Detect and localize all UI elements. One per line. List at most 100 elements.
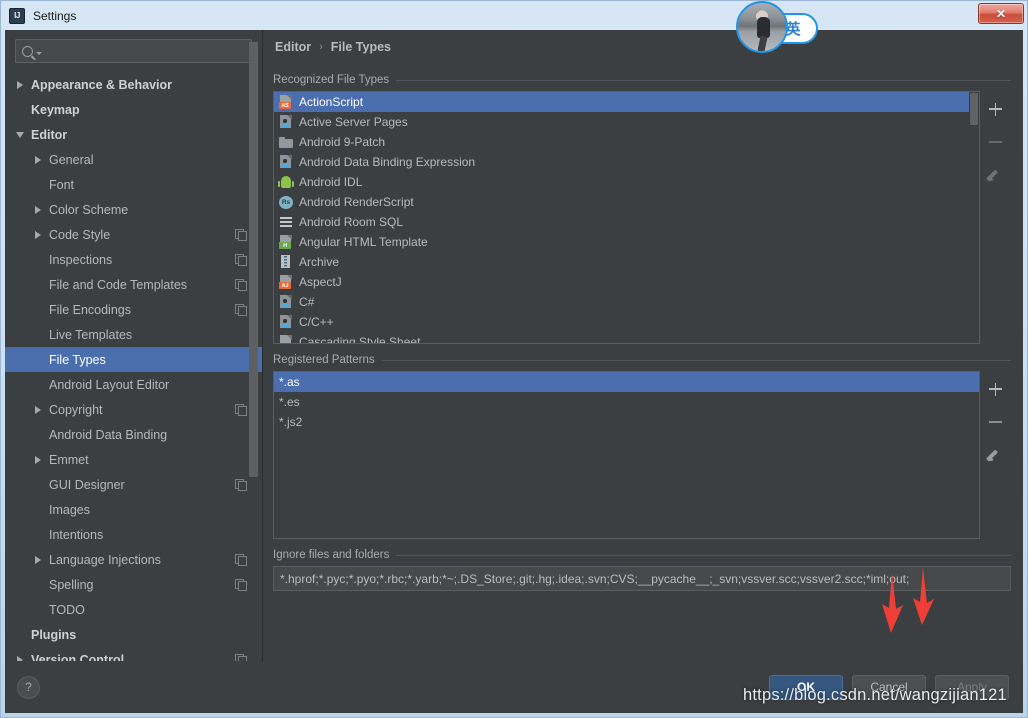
chevron-right-icon[interactable]	[13, 80, 27, 89]
sidebar-item-file-types[interactable]: File Types	[5, 347, 262, 372]
sidebar-item-android-data-binding[interactable]: Android Data Binding	[5, 422, 262, 447]
copy-settings-icon[interactable]	[235, 554, 247, 566]
search-container	[5, 30, 262, 70]
copy-settings-icon[interactable]	[235, 304, 247, 316]
ime-indicator[interactable]: 英	[736, 1, 818, 53]
sidebar-item-editor[interactable]: Editor	[5, 122, 262, 147]
sidebar-item-plugins[interactable]: Plugins	[5, 622, 262, 647]
copy-settings-icon[interactable]	[235, 254, 247, 266]
breadcrumb-parent[interactable]: Editor	[275, 40, 311, 54]
sidebar-item-live-templates[interactable]: Live Templates	[5, 322, 262, 347]
person-head	[283, 159, 287, 163]
sidebar-item-gui-designer[interactable]: GUI Designer	[5, 472, 262, 497]
sidebar-item-inspections[interactable]: Inspections	[5, 247, 262, 272]
sidebar-item-color-scheme[interactable]: Color Scheme	[5, 197, 262, 222]
registered-patterns-list[interactable]: *.as *.es *.js2	[273, 371, 980, 539]
chevron-right-icon[interactable]	[31, 230, 45, 239]
file-type-list-scrollbar[interactable]	[969, 92, 979, 343]
file-type-label: Cascading Style Sheet	[299, 335, 421, 344]
list-item[interactable]: *.es	[274, 392, 979, 412]
ignore-files-field[interactable]	[273, 566, 1011, 591]
sidebar-item-version-control[interactable]: Version Control	[5, 647, 262, 661]
sidebar-scrollbar-thumb[interactable]	[249, 42, 258, 477]
sidebar-item-todo[interactable]: TODO	[5, 597, 262, 622]
copy-settings-icon[interactable]	[235, 654, 247, 661]
table-row[interactable]: Archive	[274, 252, 979, 272]
table-row[interactable]: Android Room SQL	[274, 212, 979, 232]
list-item[interactable]: *.as	[274, 372, 979, 392]
chevron-right-icon[interactable]	[31, 405, 45, 414]
plus-icon	[986, 99, 1006, 119]
sidebar-item-copyright[interactable]: Copyright	[5, 397, 262, 422]
table-row[interactable]: Rs Android RenderScript	[274, 192, 979, 212]
remove-file-type-button[interactable]	[986, 132, 1006, 152]
close-button[interactable]: ✕	[978, 3, 1024, 24]
sidebar-item-file-encodings[interactable]: File Encodings	[5, 297, 262, 322]
sidebar-item-android-layout-editor[interactable]: Android Layout Editor	[5, 372, 262, 397]
sidebar-item-label: General	[49, 152, 94, 167]
sidebar-item-spelling[interactable]: Spelling	[5, 572, 262, 597]
help-button[interactable]: ?	[17, 675, 40, 699]
sidebar-item-label: Keymap	[31, 102, 80, 117]
list-item[interactable]: *.js2	[274, 412, 979, 432]
add-file-type-button[interactable]	[986, 99, 1006, 119]
table-row[interactable]: Android 9-Patch	[274, 132, 979, 152]
sidebar-item-emmet[interactable]: Emmet	[5, 447, 262, 472]
sidebar-item-intentions[interactable]: Intentions	[5, 522, 262, 547]
dialog-body: Appearance & Behavior Keymap Editor General…	[5, 30, 1023, 713]
table-row[interactable]: C#	[274, 292, 979, 312]
apply-button[interactable]: Apply	[935, 674, 1009, 700]
file-type-list-scrollbar-thumb[interactable]	[970, 93, 978, 125]
edit-file-type-button[interactable]	[986, 165, 1006, 185]
file-type-label: C#	[299, 295, 315, 309]
window-title: Settings	[33, 8, 77, 23]
chevron-right-icon[interactable]	[31, 555, 45, 564]
chevron-right-icon[interactable]	[31, 205, 45, 214]
sidebar-item-appearance-behavior[interactable]: Appearance & Behavior	[5, 72, 262, 97]
sidebar-item-keymap[interactable]: Keymap	[5, 97, 262, 122]
copy-settings-icon[interactable]	[235, 479, 247, 491]
table-row[interactable]: AJ AspectJ	[274, 272, 979, 292]
sidebar-item-language-injections[interactable]: Language Injections	[5, 547, 262, 572]
dialog-footer: ? OK Cancel Apply	[5, 661, 1023, 713]
sidebar-item-font[interactable]: Font	[5, 172, 262, 197]
sidebar-item-code-style[interactable]: Code Style	[5, 222, 262, 247]
table-row[interactable]: Active Server Pages	[274, 112, 979, 132]
remove-pattern-button[interactable]	[986, 412, 1006, 432]
copy-settings-icon[interactable]	[235, 579, 247, 591]
table-row[interactable]: Android IDL	[274, 172, 979, 192]
actionscript-file-icon: AS	[279, 95, 293, 109]
question-mark-icon: ?	[25, 680, 32, 694]
registered-patterns-label: Registered Patterns	[273, 354, 375, 366]
edit-pattern-button[interactable]	[986, 445, 1006, 465]
chevron-right-icon[interactable]	[31, 155, 45, 164]
recognized-file-types-list[interactable]: AS ActionScript Active Server Pages Android…	[273, 91, 980, 344]
sidebar-item-images[interactable]: Images	[5, 497, 262, 522]
cancel-button[interactable]: Cancel	[852, 674, 926, 700]
sidebar-scrollbar[interactable]	[249, 32, 260, 659]
table-row[interactable]: Cascading Style Sheet	[274, 332, 979, 344]
ignore-files-input[interactable]	[280, 571, 1004, 586]
search-input[interactable]	[47, 44, 245, 58]
copy-settings-icon[interactable]	[235, 229, 247, 241]
table-row[interactable]: Android Data Binding Expression	[274, 152, 979, 172]
copy-settings-icon[interactable]	[235, 279, 247, 291]
sidebar-item-label: Live Templates	[49, 327, 133, 342]
copy-settings-icon[interactable]	[235, 404, 247, 416]
renderscript-icon: Rs	[279, 195, 293, 209]
chevron-down-icon[interactable]	[36, 51, 42, 55]
chevron-right-icon[interactable]	[31, 455, 45, 464]
asp-file-icon	[279, 315, 293, 329]
sidebar-item-file-and-code-templates[interactable]: File and Code Templates	[5, 272, 262, 297]
aj-badge: AJ	[279, 282, 291, 289]
person-head	[283, 319, 287, 323]
chevron-down-icon[interactable]	[13, 131, 27, 138]
ok-button[interactable]: OK	[769, 674, 843, 700]
search-box[interactable]	[15, 39, 252, 63]
add-pattern-button[interactable]	[986, 379, 1006, 399]
settings-tree[interactable]: Appearance & Behavior Keymap Editor General…	[5, 70, 262, 661]
sidebar-item-general[interactable]: General	[5, 147, 262, 172]
table-row[interactable]: C/C++	[274, 312, 979, 332]
table-row[interactable]: AS ActionScript	[274, 92, 979, 112]
table-row[interactable]: H Angular HTML Template	[274, 232, 979, 252]
